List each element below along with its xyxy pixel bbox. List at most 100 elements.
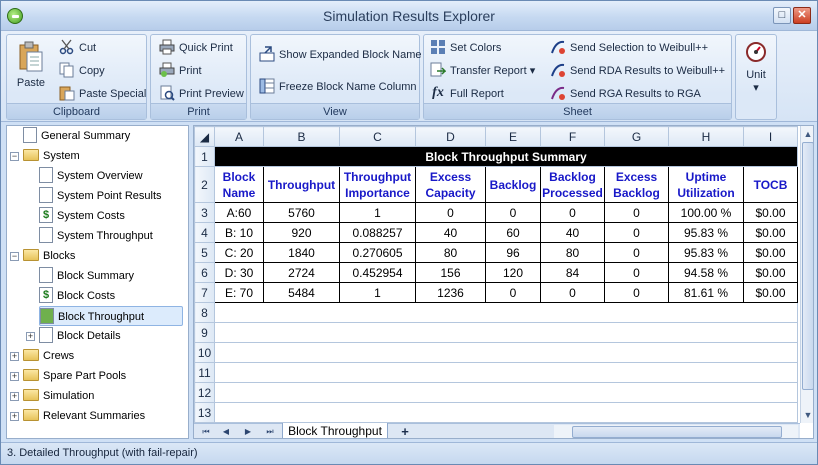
data-cell[interactable]: 0: [604, 262, 669, 283]
expand-relevant-summaries-icon[interactable]: +: [10, 412, 19, 421]
collapse-blocks-icon[interactable]: −: [10, 252, 19, 261]
data-cell[interactable]: 0: [604, 242, 669, 263]
data-cell[interactable]: 1: [339, 282, 416, 303]
send-rda-button[interactable]: Send RDA Results to Weibull++: [550, 61, 725, 81]
last-sheet-icon[interactable]: ⏭: [262, 425, 278, 438]
print-button[interactable]: Print: [159, 61, 202, 81]
header-cell-block-name[interactable]: Block Name: [214, 166, 264, 203]
data-cell[interactable]: 0: [485, 282, 541, 303]
data-cell[interactable]: 920: [263, 222, 340, 243]
column-header[interactable]: H: [668, 126, 744, 147]
scroll-down-icon[interactable]: ▼: [801, 407, 813, 423]
send-rga-button[interactable]: Send RGA Results to RGA: [550, 84, 701, 104]
vertical-scroll-thumb[interactable]: [802, 142, 813, 390]
data-cell[interactable]: 0.452954: [339, 262, 416, 283]
unit-group[interactable]: Unit ▾: [735, 34, 777, 120]
tree-item-system-overview[interactable]: System Overview: [39, 166, 143, 186]
data-cell[interactable]: 0: [604, 222, 669, 243]
cut-button[interactable]: Cut: [59, 38, 96, 58]
close-button[interactable]: ✕: [793, 7, 811, 24]
column-header[interactable]: D: [415, 126, 486, 147]
tree-item-spare-part-pools[interactable]: Spare Part Pools: [23, 366, 126, 386]
tree-item-block-summary[interactable]: Block Summary: [39, 266, 134, 286]
data-cell[interactable]: D: 30: [214, 262, 264, 283]
expand-crews-icon[interactable]: +: [10, 352, 19, 361]
empty-cells[interactable]: [214, 322, 798, 343]
data-cell[interactable]: B: 10: [214, 222, 264, 243]
row-header[interactable]: 8: [194, 302, 215, 323]
data-cell[interactable]: 156: [415, 262, 486, 283]
tree-item-general-summary[interactable]: General Summary: [23, 126, 130, 146]
row-header[interactable]: 12: [194, 382, 215, 403]
next-sheet-icon[interactable]: ▶: [240, 425, 256, 438]
data-cell[interactable]: 2724: [263, 262, 340, 283]
tree-item-block-costs[interactable]: $ Block Costs: [39, 286, 115, 306]
data-cell[interactable]: 0: [540, 282, 605, 303]
data-cell[interactable]: 84: [540, 262, 605, 283]
data-cell[interactable]: 80: [415, 242, 486, 263]
horizontal-scroll-thumb[interactable]: [572, 426, 782, 438]
data-cell[interactable]: 0: [485, 202, 541, 223]
tree-item-relevant-summaries[interactable]: Relevant Summaries: [23, 406, 145, 426]
header-cell-backlog[interactable]: Backlog: [485, 166, 541, 203]
row-header[interactable]: 1: [194, 146, 215, 167]
data-cell[interactable]: 5484: [263, 282, 340, 303]
row-header[interactable]: 13: [194, 402, 215, 423]
paste-special-button[interactable]: Paste Special: [59, 84, 146, 104]
sheet-title-cell[interactable]: Block Throughput Summary: [214, 146, 798, 167]
tree-item-system-costs[interactable]: $ System Costs: [39, 206, 125, 226]
tree-item-crews[interactable]: Crews: [23, 346, 74, 366]
header-cell-throughput[interactable]: Throughput: [263, 166, 340, 203]
column-header[interactable]: C: [339, 126, 416, 147]
data-cell[interactable]: 60: [485, 222, 541, 243]
tree-item-block-throughput[interactable]: Block Throughput: [39, 306, 183, 326]
data-cell[interactable]: 120: [485, 262, 541, 283]
paste-button[interactable]: Paste: [11, 37, 51, 99]
data-cell[interactable]: A:60: [214, 202, 264, 223]
empty-cells[interactable]: [214, 342, 798, 363]
freeze-block-name-column-button[interactable]: Freeze Block Name Column: [259, 77, 417, 97]
data-cell[interactable]: 0.088257: [339, 222, 416, 243]
header-cell-backlog-processed[interactable]: Backlog Processed: [540, 166, 605, 203]
data-cell[interactable]: 80: [540, 242, 605, 263]
vertical-scrollbar[interactable]: ▲ ▼: [800, 126, 813, 423]
data-cell[interactable]: $0.00: [743, 282, 798, 303]
header-cell-excess-backlog[interactable]: Excess Backlog: [604, 166, 669, 203]
transfer-report-button[interactable]: Transfer Report ▾: [430, 61, 535, 81]
select-all-corner[interactable]: ◢: [194, 126, 215, 147]
data-cell[interactable]: $0.00: [743, 202, 798, 223]
tree-item-system-throughput[interactable]: System Throughput: [39, 226, 153, 246]
column-header[interactable]: A: [214, 126, 264, 147]
tree-item-system[interactable]: System: [23, 146, 80, 166]
header-cell-uptime-utilization[interactable]: Uptime Utilization: [668, 166, 744, 203]
prev-sheet-icon[interactable]: ◀: [218, 425, 234, 438]
data-cell[interactable]: 0.270605: [339, 242, 416, 263]
full-report-button[interactable]: fx Full Report: [430, 84, 504, 104]
unit-button[interactable]: Unit ▾: [736, 41, 776, 94]
tree-item-simulation[interactable]: Simulation: [23, 386, 94, 406]
expand-block-details-icon[interactable]: +: [26, 332, 35, 341]
horizontal-scrollbar[interactable]: [554, 425, 798, 438]
tab-block-throughput[interactable]: Block Throughput: [282, 423, 388, 438]
first-sheet-icon[interactable]: ⏮: [198, 425, 214, 438]
tree-item-block-details[interactable]: Block Details: [39, 326, 121, 346]
data-cell[interactable]: 1840: [263, 242, 340, 263]
header-cell-excess-capacity[interactable]: Excess Capacity: [415, 166, 486, 203]
add-sheet-button[interactable]: +: [390, 424, 420, 438]
row-header[interactable]: 11: [194, 362, 215, 383]
data-cell[interactable]: $0.00: [743, 222, 798, 243]
empty-cells[interactable]: [214, 402, 798, 423]
row-header[interactable]: 4: [194, 222, 215, 243]
column-header[interactable]: F: [540, 126, 605, 147]
send-selection-button[interactable]: Send Selection to Weibull++: [550, 38, 708, 58]
column-header[interactable]: G: [604, 126, 669, 147]
header-cell-tocb[interactable]: TOCB: [743, 166, 798, 203]
show-expanded-block-name-button[interactable]: Show Expanded Block Name: [259, 45, 421, 65]
data-cell[interactable]: E: 70: [214, 282, 264, 303]
data-cell[interactable]: C: 20: [214, 242, 264, 263]
data-cell[interactable]: 0: [604, 282, 669, 303]
tree-item-blocks[interactable]: Blocks: [23, 246, 75, 266]
expand-spare-part-pools-icon[interactable]: +: [10, 372, 19, 381]
data-cell[interactable]: 95.83 %: [668, 242, 744, 263]
data-cell[interactable]: 0: [604, 202, 669, 223]
